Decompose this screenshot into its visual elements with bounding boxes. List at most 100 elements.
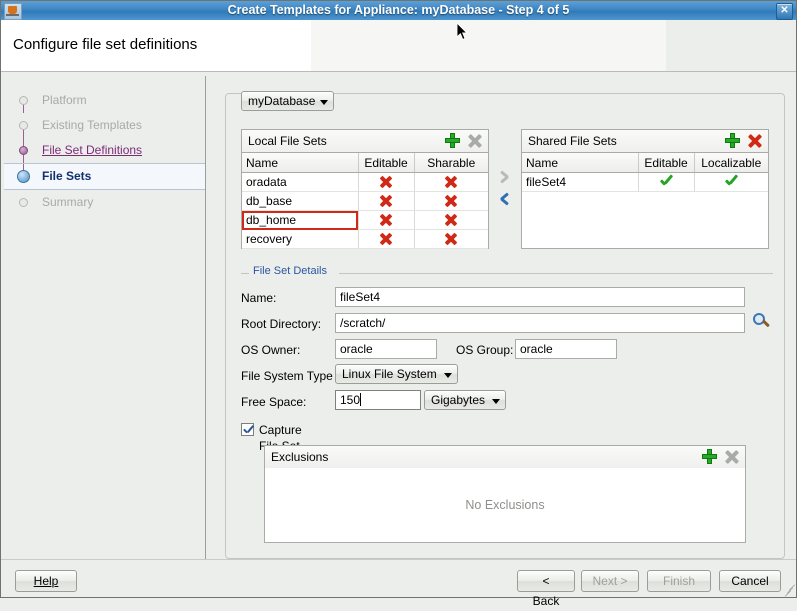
chevron-down-icon [320,100,329,105]
header-segment-mid [311,20,666,72]
checkbox-box [241,423,255,436]
close-icon[interactable]: ✕ [776,3,793,20]
chevron-right-icon[interactable] [497,169,513,185]
sidebar-item-file-set-definitions[interactable]: File Set Definitions [4,138,205,163]
file-system-type-select[interactable]: Linux File System [335,364,458,384]
back-button[interactable]: < Back [517,570,575,608]
file-system-type-value: Linux File System [342,367,437,381]
help-button-label: Help [33,574,59,588]
cell-editable [638,172,695,192]
free-space-label: Free Space: [241,395,307,409]
cell-editable [358,229,415,249]
cross-icon [444,232,458,246]
cell-name[interactable]: recovery [242,229,359,249]
table-row[interactable]: fileSet4 [522,172,768,192]
next-button: Next > [581,570,639,592]
column-header-name: Name [522,153,639,173]
os-owner-input[interactable]: oracle [335,339,437,359]
header-band: Configure file set definitions [1,20,796,72]
resize-grip[interactable] [784,584,796,597]
footer-bar: Help < Back Next > Finish Cancel [1,560,796,608]
cross-icon [379,213,393,227]
local-file-sets-title: Local File Sets [248,134,327,148]
shared-file-sets-table: Name Editable Localizable fileSet4 [522,153,768,192]
file-set-details-title: File Set Details [253,265,327,277]
file-set-details-group: File Set Details [241,265,773,277]
cell-sharable [414,172,488,192]
table-row[interactable]: recovery [242,229,488,249]
cross-icon [444,194,458,208]
delete-local-file-set-icon [466,132,483,149]
finish-button: Finish [647,570,711,592]
free-space-input[interactable]: 150 [335,390,421,410]
cell-editable [358,191,415,211]
column-header-editable: Editable [358,153,415,173]
table-row[interactable]: oradata [242,172,488,192]
chevron-left-icon[interactable] [497,191,513,207]
cell-name-selected[interactable]: db_home [242,210,359,230]
column-header-editable: Editable [638,153,695,173]
dialog-window: Create Templates for Appliance: myDataba… [0,0,797,608]
wizard-step-list: Platform Existing Templates File Set Def… [4,88,205,215]
mouse-cursor [457,23,469,40]
root-directory-label: Root Directory: [241,317,322,331]
column-header-name: Name [242,153,359,173]
header-segment-right [666,20,796,72]
cell-name[interactable]: fileSet4 [522,172,639,192]
sidebar-item-platform[interactable]: Platform [4,88,205,113]
chevron-down-icon [492,399,501,404]
column-header-sharable: Sharable [414,153,488,173]
name-label: Name: [241,291,277,305]
add-shared-file-set-icon[interactable] [724,132,741,149]
page-title: Configure file set definitions [13,36,198,53]
window-title: Create Templates for Appliance: myDataba… [227,3,570,17]
cell-editable [358,210,415,230]
sidebar-item-label: File Set Definitions [42,143,143,157]
magnifier-icon[interactable] [753,313,771,331]
help-button[interactable]: Help [15,570,77,592]
sidebar-item-label: File Sets [42,169,92,183]
appliance-group-border [233,85,778,94]
sidebar-item-file-sets[interactable]: File Sets [4,163,205,190]
check-icon [724,174,739,189]
local-file-sets-panel: Local File Sets Name Editable Sharable o… [241,129,489,249]
cancel-button[interactable]: Cancel [719,570,781,592]
free-space-unit-select[interactable]: Gigabytes [424,390,507,410]
add-local-file-set-icon[interactable] [444,132,461,149]
os-group-input[interactable]: oracle [515,339,617,359]
appliance-select-value: myDatabase [248,94,316,108]
add-exclusion-icon[interactable] [701,448,718,465]
cell-sharable [414,229,488,249]
cell-editable [358,172,415,192]
table-header-row: Name Editable Sharable [242,153,488,173]
sidebar-item-label: Platform [42,93,87,107]
cross-icon [379,175,393,189]
free-space-unit-value: Gigabytes [431,393,486,407]
column-header-localizable: Localizable [694,153,768,173]
table-header-row: Name Editable Localizable [522,153,768,173]
table-row[interactable]: db_base [242,191,488,211]
root-directory-input[interactable]: /scratch/ [335,313,745,333]
exclusions-title: Exclusions [271,450,329,464]
cross-icon [444,213,458,227]
table-row[interactable]: db_home [242,210,488,230]
cell-localizable [694,172,768,192]
cell-name[interactable]: oradata [242,172,359,192]
transfer-buttons [497,169,515,213]
cell-sharable [414,210,488,230]
check-icon [659,174,674,189]
delete-shared-file-set-icon[interactable] [746,132,763,149]
cell-name[interactable]: db_base [242,191,359,211]
cross-icon [379,232,393,246]
local-file-sets-header: Local File Sets [242,130,488,153]
wizard-sidebar: Platform Existing Templates File Set Def… [4,76,206,559]
sidebar-item-existing-templates[interactable]: Existing Templates [4,113,205,138]
appliance-select[interactable]: myDatabase [241,91,335,111]
os-group-label: OS Group: [456,343,514,357]
sidebar-item-summary[interactable]: Summary [4,190,205,215]
shared-file-sets-panel: Shared File Sets Name Editable Localizab… [521,129,769,249]
chevron-down-icon [443,373,452,378]
free-space-value: 150 [340,393,361,407]
name-input[interactable]: fileSet4 [335,287,745,307]
header-divider [1,71,796,72]
